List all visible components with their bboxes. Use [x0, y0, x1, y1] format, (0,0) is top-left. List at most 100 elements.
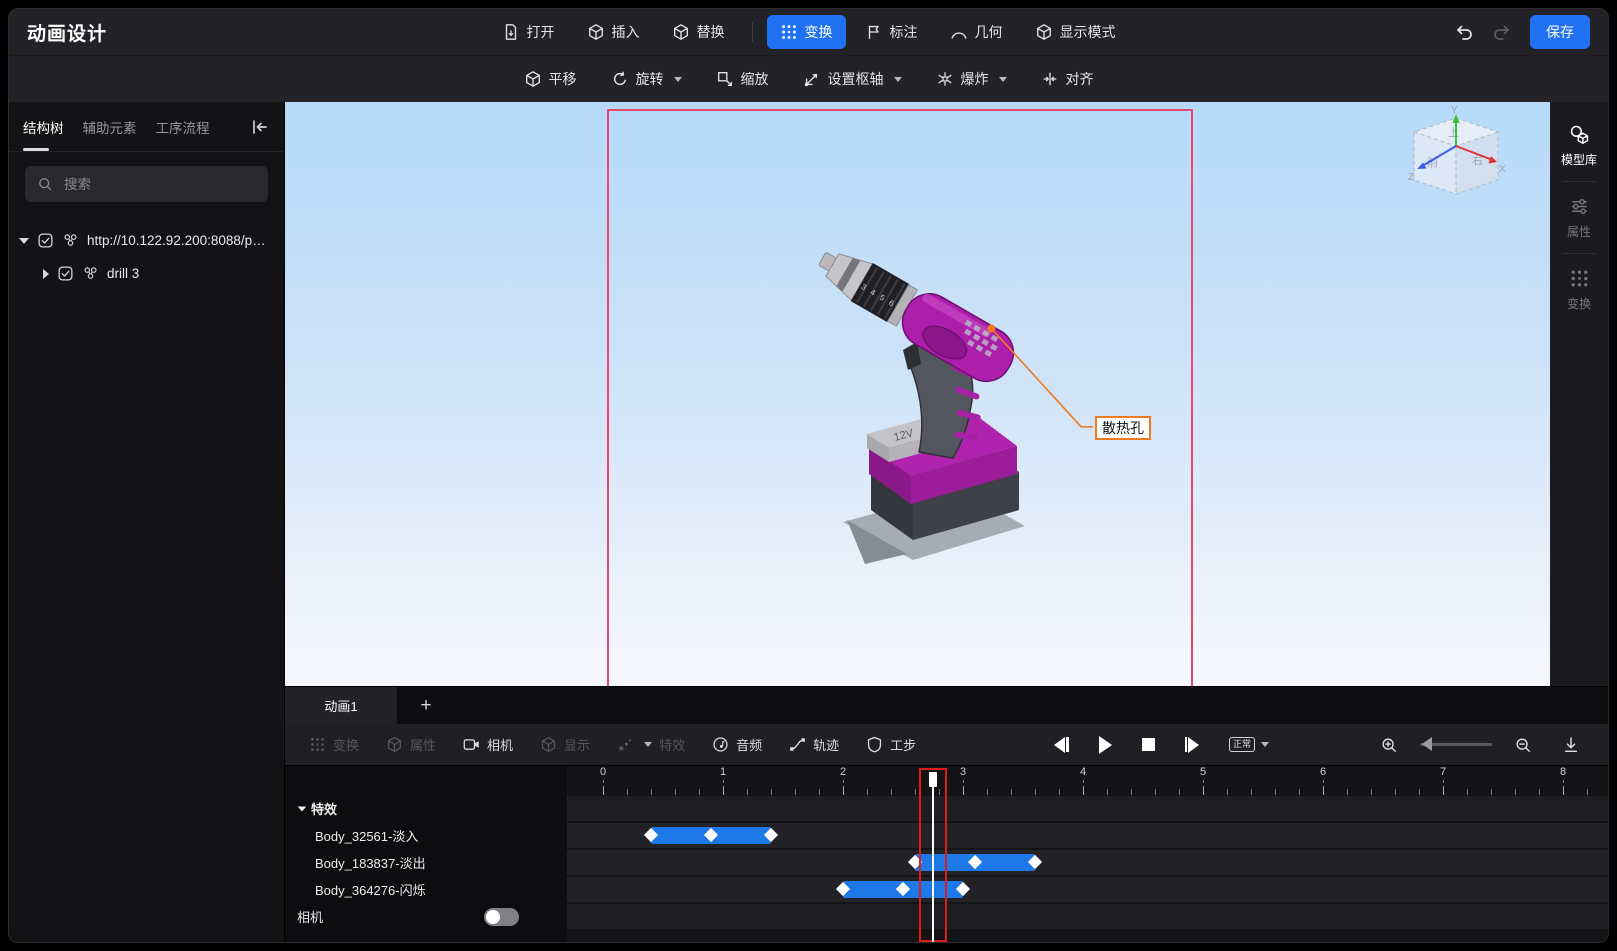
redo-icon[interactable]: [1492, 22, 1512, 42]
lane-row-effects-group: [567, 796, 1608, 821]
step-back-button[interactable]: [1054, 737, 1069, 753]
speed-selector[interactable]: 正常: [1229, 737, 1269, 752]
transform-mode-button[interactable]: 变换: [767, 15, 846, 49]
geometry-mode-button[interactable]: 几何: [937, 15, 1016, 49]
add-animation-button[interactable]: +: [397, 687, 455, 724]
camera-toggle[interactable]: [484, 908, 519, 926]
insert-cube-icon: [587, 23, 605, 41]
timeline-zoom-controls: [1380, 736, 1580, 754]
tl-tool-display[interactable]: 显示: [540, 735, 590, 754]
rotate-icon: [611, 70, 629, 88]
annotation-label[interactable]: 散热孔: [1095, 416, 1151, 440]
align-button[interactable]: 对齐: [1028, 62, 1107, 96]
replace-cube-icon: [672, 23, 690, 41]
play-button[interactable]: [1099, 736, 1112, 754]
tree-item-package[interactable]: http://10.122.92.200:8088/pack...: [19, 224, 274, 257]
view-cube[interactable]: 上 前 右 Y Z X: [1396, 106, 1516, 214]
bar-icon: [1066, 737, 1069, 752]
tl-tool-transform[interactable]: 变换: [309, 735, 359, 754]
annotate-mode-button[interactable]: 标注: [852, 15, 931, 49]
replace-button[interactable]: 替换: [659, 15, 738, 49]
rail-divider: [1562, 181, 1596, 182]
ruler-tick: [1059, 789, 1060, 795]
lane-row-track: [567, 850, 1608, 875]
tl-tool-trajectory[interactable]: 轨迹: [789, 735, 839, 754]
viewport-3d[interactable]: 12V 3 4 5 6: [285, 102, 1550, 686]
tl-tool-workstep[interactable]: 工步: [866, 735, 916, 754]
timeline-panel: 动画1 + 变换 属性 相机 显示 特效 音频 轨迹 工步: [285, 686, 1608, 942]
tab-aux-elements[interactable]: 辅助元素: [83, 102, 137, 151]
zoom-out-icon[interactable]: [1514, 736, 1532, 754]
ruler-tick: [603, 786, 604, 795]
cube-icon: [386, 736, 403, 753]
timeline-lane[interactable]: 012345678: [567, 766, 1608, 942]
ruler-tick: [1515, 789, 1516, 795]
scale-icon: [716, 70, 734, 88]
playhead-handle[interactable]: [929, 772, 937, 787]
tab-process-flow[interactable]: 工序流程: [156, 102, 210, 151]
timeline-body: 特效 Body_32561-淡入 Body_183837-淡出 Body_364…: [285, 766, 1608, 942]
display-cube-icon: [1035, 23, 1053, 41]
track-labels: 特效 Body_32561-淡入 Body_183837-淡出 Body_364…: [285, 766, 567, 942]
open-button[interactable]: 打开: [489, 15, 568, 49]
group-caret-icon[interactable]: [298, 806, 307, 811]
timeline-ruler[interactable]: 012345678: [567, 766, 1608, 796]
history-save-group: 保存: [1454, 15, 1590, 49]
step-forward-button[interactable]: [1185, 737, 1200, 753]
tree-item-label: http://10.122.92.200:8088/pack...: [87, 233, 267, 248]
zoom-in-icon[interactable]: [1380, 736, 1398, 754]
explode-button[interactable]: 爆炸: [923, 62, 1020, 96]
tl-tool-camera[interactable]: 相机: [463, 735, 513, 754]
save-button[interactable]: 保存: [1530, 15, 1590, 49]
tl-tool-effects[interactable]: 特效: [617, 735, 685, 754]
ruler-tick: [1011, 789, 1012, 795]
track-label: Body_364276-闪烁: [285, 877, 567, 902]
rotate-button[interactable]: 旋转: [598, 62, 695, 96]
download-icon[interactable]: [1562, 736, 1580, 754]
search-input[interactable]: [62, 176, 256, 193]
checkbox-checked-icon[interactable]: [37, 232, 54, 249]
ruler-tick: [987, 789, 988, 795]
checkbox-checked-icon[interactable]: [57, 265, 74, 282]
search-box[interactable]: [25, 166, 268, 202]
tree-item-drill3[interactable]: drill 3: [19, 257, 274, 290]
ruler-tick: [1443, 786, 1444, 795]
playhead-line[interactable]: [932, 780, 934, 942]
set-pivot-button[interactable]: 设置枢轴: [790, 62, 915, 96]
ruler-tick: [819, 789, 820, 795]
chevron-down-icon: [999, 77, 1007, 82]
ruler-tick: [651, 789, 652, 795]
stop-button[interactable]: [1142, 738, 1155, 751]
insert-button[interactable]: 插入: [574, 15, 653, 49]
display-mode-button[interactable]: 显示模式: [1022, 15, 1129, 49]
rail-item-model-library[interactable]: 模型库: [1550, 114, 1608, 177]
undo-icon[interactable]: [1454, 22, 1474, 42]
shield-icon: [866, 736, 883, 753]
scale-button[interactable]: 缩放: [703, 62, 782, 96]
tl-tool-audio[interactable]: 音频: [712, 735, 762, 754]
rail-item-properties[interactable]: 属性: [1550, 186, 1608, 249]
rail-item-transform[interactable]: 变换: [1550, 258, 1608, 321]
tl-tool-properties[interactable]: 属性: [386, 735, 436, 754]
tab-structure-tree[interactable]: 结构树: [23, 102, 64, 151]
track-label: Body_32561-淡入: [285, 823, 567, 848]
ruler-tick: [723, 786, 724, 795]
main-menu: 打开 插入 替换 变换 标注 几何 显示模式: [489, 9, 1129, 55]
chevron-down-icon: [894, 77, 902, 82]
ruler-tick: [1371, 789, 1372, 795]
timeline-toolbar: 变换 属性 相机 显示 特效 音频 轨迹 工步 正常: [285, 724, 1608, 766]
collapsed-caret-icon[interactable]: [43, 269, 49, 279]
ruler-tick: [891, 789, 892, 795]
timeline-tab-animation1[interactable]: 动画1: [285, 687, 397, 724]
expand-caret-icon[interactable]: [19, 238, 29, 244]
app-title: 动画设计: [27, 19, 107, 46]
track-group-effects[interactable]: 特效: [285, 796, 567, 821]
model-library-icon: [1569, 124, 1590, 145]
ruler-tick: [963, 786, 964, 795]
slider-knob[interactable]: [1422, 737, 1432, 751]
pan-button[interactable]: 平移: [511, 62, 590, 96]
collapse-sidebar-icon[interactable]: [250, 117, 270, 137]
transform-grid-icon: [780, 23, 798, 41]
align-icon: [1041, 70, 1059, 88]
timeline-zoom-slider[interactable]: [1420, 743, 1492, 746]
